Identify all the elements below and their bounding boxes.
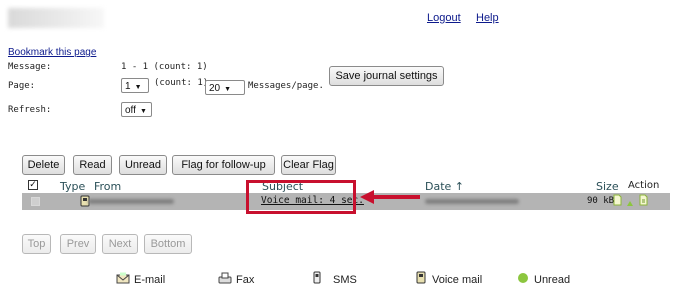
column-header-date[interactable]: Date ↑ bbox=[425, 180, 464, 193]
email-icon bbox=[116, 272, 130, 284]
fax-icon bbox=[218, 272, 232, 284]
download-icon[interactable] bbox=[639, 194, 648, 206]
highlight-box bbox=[246, 180, 356, 214]
help-link[interactable]: Help bbox=[476, 12, 499, 24]
unread-dot-icon bbox=[518, 273, 528, 283]
read-button[interactable]: Read bbox=[73, 155, 112, 175]
chevron-down-icon: ▼ bbox=[139, 108, 147, 115]
per-page-value: 20 bbox=[209, 83, 221, 94]
per-page-suffix: Messages/page. bbox=[248, 81, 324, 91]
refresh-label: Refresh: bbox=[8, 105, 52, 115]
pager-bottom-button[interactable]: Bottom bbox=[144, 234, 192, 254]
row-checkbox[interactable] bbox=[31, 197, 40, 206]
pager-top-button[interactable]: Top bbox=[22, 234, 51, 254]
voicemail-icon bbox=[416, 271, 427, 284]
message-label: Message: bbox=[8, 62, 52, 72]
select-all-checkbox[interactable]: ✓ bbox=[28, 180, 38, 190]
bookmark-link[interactable]: Bookmark this page bbox=[8, 47, 96, 58]
pager-next-button[interactable]: Next bbox=[102, 234, 138, 254]
save-settings-button[interactable]: Save journal settings bbox=[329, 66, 444, 86]
page-select[interactable]: 1 ▼ bbox=[121, 78, 149, 93]
message-range: 1 - 1 (count: 1) bbox=[121, 62, 208, 72]
chevron-down-icon: ▼ bbox=[224, 86, 232, 93]
refresh-select[interactable]: off ▼ bbox=[121, 102, 152, 117]
column-header-size[interactable]: Size bbox=[596, 180, 619, 193]
chevron-down-icon: ▼ bbox=[134, 84, 142, 91]
logout-link[interactable]: Logout bbox=[427, 12, 461, 24]
blurred-date bbox=[425, 199, 519, 204]
refresh-select-value: off bbox=[125, 105, 136, 116]
blurred-logo bbox=[8, 8, 104, 28]
legend-fax: Fax bbox=[236, 274, 255, 286]
flag-button[interactable]: Flag for follow-up bbox=[172, 155, 275, 175]
sms-icon bbox=[313, 271, 321, 284]
page-label: Page: bbox=[8, 81, 36, 91]
page-select-value: 1 bbox=[125, 81, 131, 92]
legend-unread: Unread bbox=[534, 274, 571, 286]
column-header-action: Action bbox=[628, 180, 660, 191]
delete-button[interactable]: Delete bbox=[22, 155, 65, 175]
legend-voicemail: Voice mail bbox=[432, 274, 483, 286]
clear-flag-button[interactable]: Clear Flag bbox=[281, 155, 336, 175]
arrow-left-icon bbox=[358, 189, 422, 205]
pager-prev-button[interactable]: Prev bbox=[60, 234, 96, 254]
message-size: 90 kB bbox=[587, 196, 615, 206]
blurred-sender bbox=[88, 199, 174, 204]
column-header-type[interactable]: Type bbox=[60, 180, 85, 193]
document-icon[interactable] bbox=[613, 194, 622, 206]
legend-email: E-mail bbox=[134, 274, 166, 286]
column-header-from[interactable]: From bbox=[94, 180, 121, 193]
legend-sms: SMS bbox=[333, 274, 357, 286]
unread-button[interactable]: Unread bbox=[119, 155, 167, 175]
play-icon[interactable] bbox=[626, 200, 634, 207]
per-page-select[interactable]: 20 ▼ bbox=[205, 80, 245, 95]
